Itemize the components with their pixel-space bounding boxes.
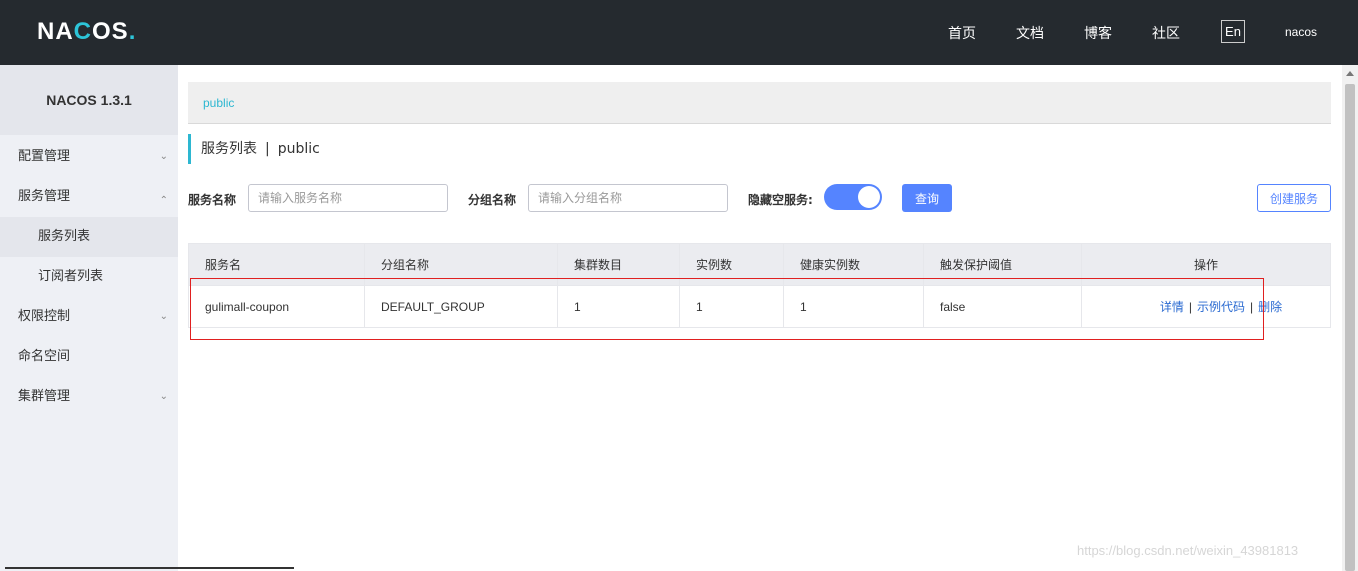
toggle-knob [858, 186, 880, 208]
details-link[interactable]: 详情 [1160, 300, 1184, 314]
query-button[interactable]: 查询 [902, 184, 952, 212]
language-switch-button[interactable]: En [1221, 20, 1245, 43]
sidebar-item-label: 命名空间 [18, 349, 71, 364]
nav-docs[interactable]: 文档 [1016, 23, 1044, 43]
vertical-scrollbar[interactable] [1342, 65, 1358, 571]
sidebar-item-namespace[interactable]: 命名空间 [0, 337, 178, 377]
service-table: 服务名 分组名称 集群数目 实例数 健康实例数 触发保护阈值 操作 gulima… [188, 243, 1331, 328]
main-content: public 服务列表 | public 服务名称 分组名称 隐藏空服务: 查询 创… [178, 65, 1342, 571]
sidebar-item-service-management[interactable]: 服务管理 ⌃ [0, 177, 178, 217]
chevron-up-icon: ⌃ [159, 195, 168, 206]
column-header-instance-count: 实例数 [679, 243, 784, 286]
page-title-text: 服务列表 [201, 141, 257, 157]
hide-empty-services-label: 隐藏空服务: [748, 193, 813, 207]
delete-link[interactable]: 删除 [1258, 300, 1282, 314]
action-separator: | [1250, 300, 1254, 314]
chevron-down-icon: ⌄ [159, 311, 168, 322]
page-title-namespace: public [277, 141, 320, 157]
action-separator: | [1188, 300, 1192, 314]
cell-service-name: gulimall-coupon [188, 285, 365, 328]
group-name-label: 分组名称 [468, 193, 517, 207]
sidebar-item-cluster-management[interactable]: 集群管理 ⌄ [0, 377, 178, 417]
column-header-healthy-instance-count: 健康实例数 [783, 243, 924, 286]
column-header-operations: 操作 [1081, 243, 1331, 286]
namespace-breadcrumb[interactable]: public [188, 82, 1331, 124]
sidebar: NACOS 1.3.1 配置管理 ⌄ 服务管理 ⌃ 服务列表 订阅者列表 权限控… [0, 65, 178, 571]
page-title: 服务列表 | public [188, 134, 320, 164]
bottom-divider [5, 567, 294, 569]
cell-operations: 详情 | 示例代码 | 删除 [1081, 285, 1331, 328]
column-header-group-name: 分组名称 [364, 243, 558, 286]
nav-home[interactable]: 首页 [948, 23, 976, 43]
chevron-down-icon: ⌄ [159, 391, 168, 402]
nav-community[interactable]: 社区 [1152, 23, 1180, 43]
group-name-input[interactable] [528, 184, 728, 212]
cell-group-name: DEFAULT_GROUP [364, 285, 558, 328]
page-title-separator: | [265, 141, 270, 157]
table-row: gulimall-coupon DEFAULT_GROUP 1 1 1 fals… [188, 285, 1331, 328]
service-name-label: 服务名称 [188, 193, 237, 207]
cell-protect-threshold: false [923, 285, 1082, 328]
sidebar-item-label: 配置管理 [18, 149, 71, 164]
column-header-protect-threshold: 触发保护阈值 [923, 243, 1082, 286]
nacos-logo[interactable]: NACOS. [37, 18, 136, 46]
nav-blog[interactable]: 博客 [1084, 23, 1112, 43]
sidebar-item-label: 集群管理 [18, 389, 71, 404]
sidebar-item-access-control[interactable]: 权限控制 ⌄ [0, 297, 178, 337]
column-header-service-name: 服务名 [188, 243, 365, 286]
sidebar-item-service-list[interactable]: 服务列表 [0, 217, 178, 257]
cell-healthy-instance-count: 1 [783, 285, 924, 328]
sidebar-item-label: 服务管理 [18, 189, 71, 204]
chevron-down-icon: ⌄ [159, 151, 168, 162]
cell-instance-count: 1 [679, 285, 784, 328]
sidebar-title: NACOS 1.3.1 [0, 65, 178, 135]
column-header-cluster-count: 集群数目 [557, 243, 680, 286]
user-name[interactable]: nacos [1285, 25, 1317, 39]
table-header-row: 服务名 分组名称 集群数目 实例数 健康实例数 触发保护阈值 操作 [188, 243, 1331, 286]
service-name-input[interactable] [248, 184, 448, 212]
sidebar-item-label: 订阅者列表 [38, 269, 104, 284]
hide-empty-services-toggle[interactable] [824, 184, 882, 210]
sample-code-link[interactable]: 示例代码 [1197, 300, 1245, 314]
top-navbar: NACOS. 首页 文档 博客 社区 En nacos [0, 0, 1358, 65]
watermark: https://blog.csdn.net/weixin_43981813 [1077, 543, 1299, 558]
scrollbar-thumb[interactable] [1345, 84, 1355, 571]
sidebar-item-label: 权限控制 [18, 309, 71, 324]
scroll-up-arrow-icon[interactable] [1346, 71, 1354, 76]
sidebar-item-config-management[interactable]: 配置管理 ⌄ [0, 137, 178, 177]
create-service-button[interactable]: 创建服务 [1257, 184, 1331, 212]
cell-cluster-count: 1 [557, 285, 680, 328]
sidebar-item-subscriber-list[interactable]: 订阅者列表 [0, 257, 178, 297]
sidebar-item-label: 服务列表 [38, 229, 91, 244]
